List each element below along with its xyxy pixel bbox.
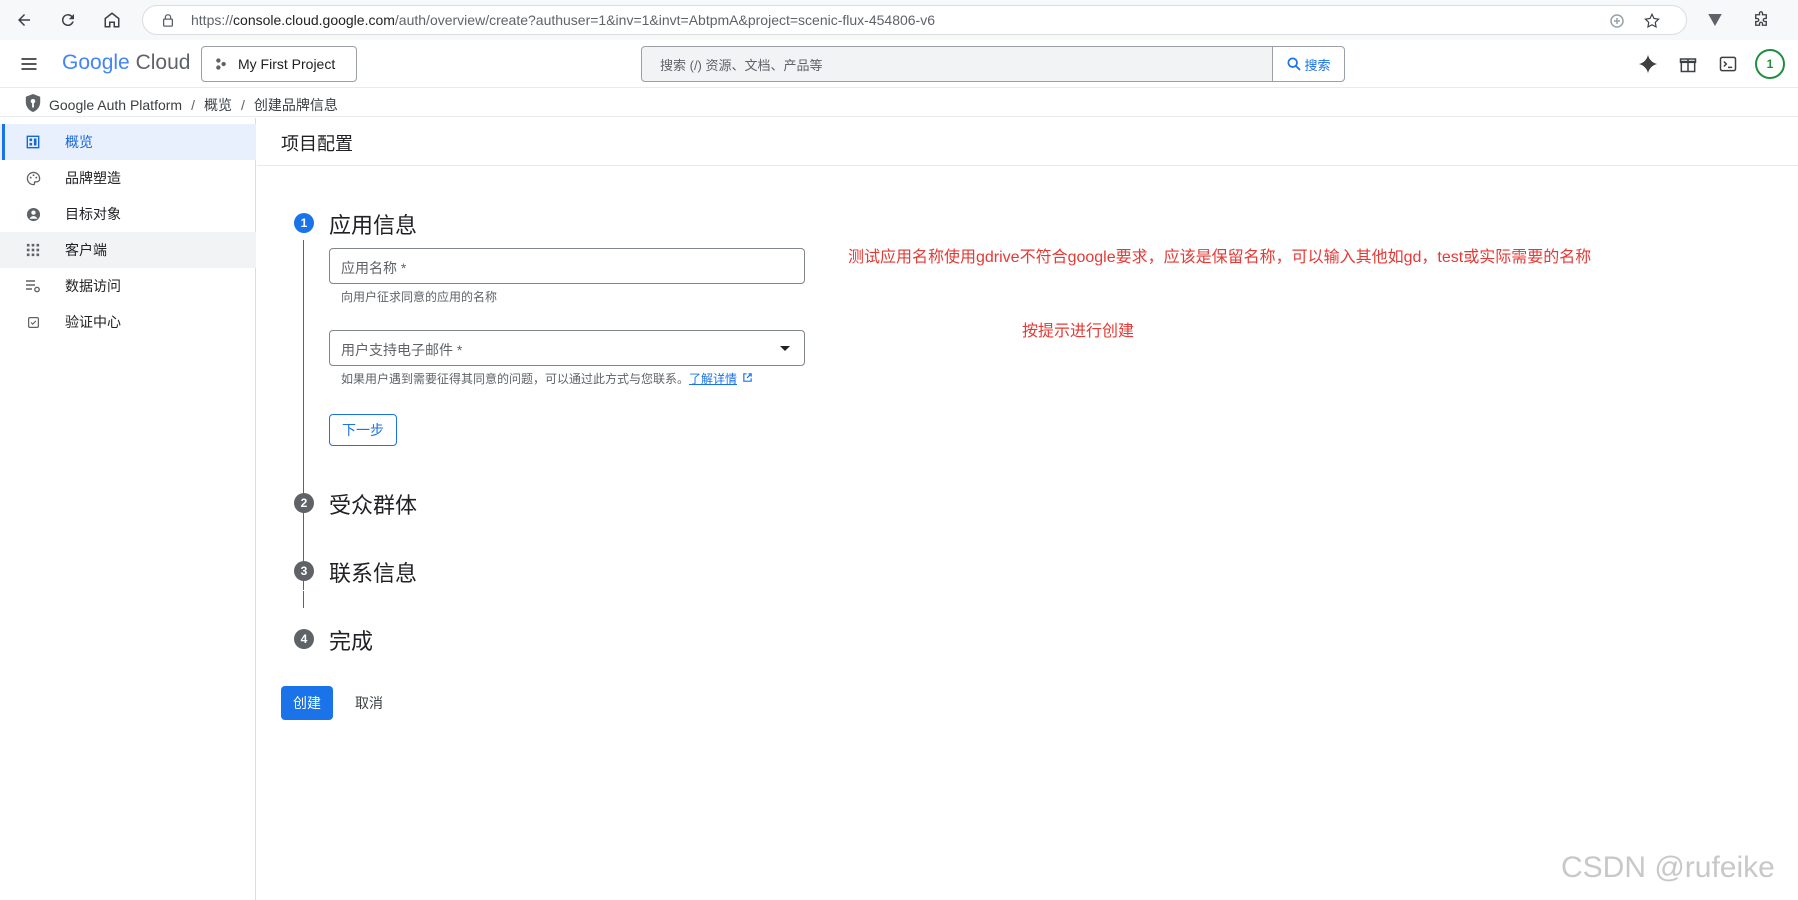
sidebar-item-label: 目标对象 <box>65 206 121 222</box>
main-menu-icon[interactable] <box>18 54 40 74</box>
gemini-sparkle-icon[interactable] <box>1636 52 1660 76</box>
search-button[interactable]: 搜索 <box>1272 47 1344 81</box>
data-access-icon <box>25 278 41 294</box>
breadcrumb-separator: / <box>240 97 245 113</box>
annotation-note-create: 按提示进行创建 <box>1022 323 1135 340</box>
csdn-watermark: CSDN @rufeike <box>1561 851 1775 884</box>
step-title-audience[interactable]: 受众群体 <box>329 488 417 520</box>
project-icon <box>214 57 228 71</box>
url-text: https://console.cloud.google.com/auth/ov… <box>191 12 936 28</box>
bookmark-star-icon[interactable] <box>1643 12 1661 30</box>
cancel-button[interactable]: 取消 <box>343 686 395 720</box>
dashboard-icon <box>25 134 41 150</box>
sidebar-item-branding[interactable]: 品牌塑造 <box>0 160 256 196</box>
next-button[interactable]: 下一步 <box>329 414 397 446</box>
project-name: My First Project <box>238 56 336 72</box>
external-link-icon <box>742 372 753 383</box>
breadcrumb-separator: / <box>191 97 195 113</box>
account-avatar[interactable]: 1 <box>1755 49 1785 79</box>
support-email-field-hint: 如果用户遇到需要征得其同意的问题，可以通过此方式与您联系。了解详情 <box>341 370 753 387</box>
app-name-field-hint: 向用户征求同意的应用的名称 <box>341 290 498 304</box>
browser-toolbar: https://console.cloud.google.com/auth/ov… <box>0 0 1798 40</box>
page-title-bar: 项目配置 <box>257 118 1798 166</box>
reload-icon[interactable] <box>56 8 80 32</box>
translate-icon[interactable] <box>1608 12 1626 30</box>
support-email-hint-text: 如果用户遇到需要征得其同意的问题，可以通过此方式与您联系。 <box>341 372 690 386</box>
sidebar: 概览 品牌塑造 目标对象 客户端 数据访问 验证中心 <box>0 118 256 900</box>
cloud-shell-terminal-icon[interactable] <box>1716 52 1740 76</box>
home-icon[interactable] <box>100 8 124 32</box>
page-title: 项目配置 <box>281 134 353 154</box>
sidebar-item-audience[interactable]: 目标对象 <box>0 196 256 232</box>
sidebar-item-label: 品牌塑造 <box>65 170 121 186</box>
sidebar-item-data-access[interactable]: 数据访问 <box>0 268 256 304</box>
search-icon <box>1286 56 1302 72</box>
app-name-field[interactable]: 应用名称 * <box>329 248 805 284</box>
create-button[interactable]: 创建 <box>281 686 333 720</box>
person-icon <box>25 206 41 222</box>
console-header: Google Cloud My First Project 搜索 (/) 资源、… <box>0 40 1798 88</box>
step-title-contact-info[interactable]: 联系信息 <box>329 556 417 588</box>
sidebar-item-label: 概览 <box>65 134 93 150</box>
address-bar[interactable]: https://console.cloud.google.com/auth/ov… <box>142 5 1687 35</box>
search-input[interactable]: 搜索 (/) 资源、文档、产品等 搜索 <box>641 46 1345 82</box>
breadcrumb-item-auth-platform[interactable]: Google Auth Platform <box>49 97 182 113</box>
breadcrumb-item-create-brand: 创建品牌信息 <box>253 97 338 113</box>
extensions-puzzle-icon[interactable] <box>1752 11 1770 29</box>
step-number-2: 2 <box>294 493 314 513</box>
sidebar-item-label: 验证中心 <box>65 314 121 330</box>
sidebar-item-label: 客户端 <box>65 242 107 258</box>
step-connector-line <box>303 591 304 608</box>
search-placeholder: 搜索 (/) 资源、文档、产品等 <box>660 57 823 73</box>
dropdown-arrow-icon <box>780 346 790 351</box>
project-picker-button[interactable]: My First Project <box>201 46 357 82</box>
palette-icon <box>25 170 41 186</box>
step-number-1: 1 <box>294 213 314 233</box>
step-title-app-info[interactable]: 应用信息 <box>329 208 417 240</box>
app-name-field-label: 应用名称 * <box>341 260 407 276</box>
step-number-3: 3 <box>294 561 314 581</box>
auth-platform-shield-icon <box>24 93 42 113</box>
support-email-field-label: 用户支持电子邮件 * <box>341 342 463 358</box>
back-arrow-icon[interactable] <box>12 8 36 32</box>
sidebar-item-label: 数据访问 <box>65 278 121 294</box>
step-title-finish[interactable]: 完成 <box>329 624 373 656</box>
main-content: 项目配置 1 应用信息 应用名称 * 向用户征求同意的应用的名称 用户支持电子邮… <box>257 118 1798 900</box>
learn-more-link[interactable]: 了解详情 <box>689 372 737 386</box>
sidebar-item-clients[interactable]: 客户端 <box>0 232 256 268</box>
vpn-extension-icon[interactable] <box>1706 11 1724 29</box>
sidebar-item-verification-center[interactable]: 验证中心 <box>0 304 256 340</box>
sidebar-item-overview[interactable]: 概览 <box>0 124 256 160</box>
step-number-4: 4 <box>294 629 314 649</box>
breadcrumb-item-overview[interactable]: 概览 <box>204 97 232 113</box>
apps-icon <box>25 242 41 258</box>
annotation-note-app-name: 测试应用名称使用gdrive不符合google要求，应该是保留名称，可以输入其他… <box>848 249 1592 266</box>
breadcrumb: Google Auth Platform / 概览 / 创建品牌信息 <box>0 89 1798 117</box>
google-cloud-logo[interactable]: Google Cloud <box>62 51 190 75</box>
site-info-icon[interactable] <box>161 13 175 27</box>
step-connector-line <box>303 523 304 540</box>
gift-icon[interactable] <box>1676 52 1700 76</box>
search-button-label: 搜索 <box>1304 57 1331 73</box>
support-email-dropdown[interactable]: 用户支持电子邮件 * <box>329 330 805 366</box>
verified-icon <box>25 314 41 330</box>
